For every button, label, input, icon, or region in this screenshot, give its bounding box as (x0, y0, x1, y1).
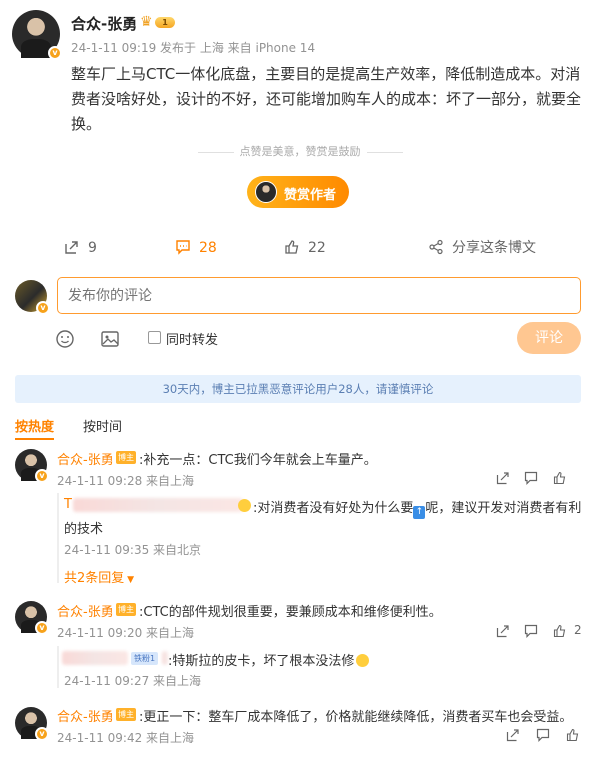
blacklist-notice: 30天内，博主已拉黑恶意评论用户28人，请谨慎评论 (15, 375, 581, 403)
repost-count: 9 (88, 240, 97, 256)
commenter-name[interactable]: 合众-张勇 (57, 706, 114, 725)
verified-badge-icon: v (48, 46, 62, 60)
commenter-avatar[interactable]: v (15, 601, 49, 635)
comment-icon (176, 240, 190, 255)
reply-text: :特斯拉的皮卡，坏了根本没法修 (168, 650, 370, 669)
verified-badge-icon: v (35, 727, 49, 741)
share-icon (429, 239, 443, 255)
blogger-tag: 博主 (116, 708, 136, 721)
like-button[interactable]: 22 (284, 238, 326, 258)
image-icon[interactable] (100, 329, 120, 349)
comment-count: 28 (199, 240, 217, 256)
current-user-verified-icon: v (36, 301, 50, 315)
up-arrow-emoji-icon: ↑ (413, 506, 426, 519)
emoji-icon (238, 499, 251, 512)
reply-icon[interactable] (524, 471, 538, 485)
vip-level-number: 1 (155, 17, 175, 28)
verified-badge-icon: v (35, 469, 49, 483)
commenter-name[interactable]: 合众-张勇 (57, 449, 114, 468)
reward-author-button[interactable]: 赞赏作者 (247, 176, 349, 208)
share-blog-button[interactable]: 分享这条博文 (428, 238, 536, 258)
thumbs-up-icon[interactable] (553, 471, 567, 485)
post-body: 整车厂上马CTC一体化底盘，主要目的是提高生产效率，降低制造成本。对消费者没啥好… (71, 65, 582, 133)
tab-sort-time[interactable]: 按时间 (83, 416, 122, 435)
reward-button-label: 赞赏作者 (284, 188, 337, 203)
comment-meta: 24-1-11 09:20 来自上海 (57, 626, 195, 640)
author-name[interactable]: 合众-张勇 (71, 13, 137, 34)
thumbs-up-icon[interactable] (553, 624, 567, 638)
repost-icon[interactable] (496, 471, 510, 485)
reply-meta: 24-1-11 09:27 来自上海 (64, 674, 202, 688)
repost-button[interactable]: 9 (64, 238, 97, 258)
submit-comment-button[interactable]: 评论 (517, 322, 581, 354)
thumbs-up-icon[interactable] (566, 728, 580, 742)
comment-meta: 24-1-11 09:28 来自上海 (57, 474, 195, 488)
fan-level-tag: 铁粉1 (131, 652, 159, 665)
reply-text-continued: 的技术 (64, 522, 104, 537)
reward-hint-text: 点赞是美意，赞赏是鼓励 (239, 145, 361, 158)
blogger-tag: 博主 (116, 451, 136, 464)
comment-meta: 24-1-11 09:42 来自上海 (57, 731, 195, 745)
caret-down-icon: ▼ (124, 575, 135, 585)
author-mini-avatar (255, 181, 277, 203)
comment-text: :补充一点：CTC我们今年就会上车量产。 (139, 453, 377, 468)
tab-sort-hot[interactable]: 按热度 (15, 416, 55, 440)
repost-icon[interactable] (506, 728, 520, 742)
like-count: 22 (308, 240, 326, 256)
reply-icon[interactable] (536, 728, 550, 742)
vip-level-badge[interactable]: ♛ 1 (140, 14, 176, 30)
reply-text: :对消费者没有好处为什么要 ↑ 呢，建议开发对消费者有利 (253, 501, 582, 519)
blurred-username (62, 651, 128, 665)
comment-button[interactable]: 28 (175, 238, 217, 258)
repost-icon (65, 241, 78, 254)
blurred-username (73, 498, 243, 512)
comment-input[interactable] (57, 277, 581, 314)
emoji-icon[interactable] (55, 329, 75, 349)
comment-text: :CTC的部件规划很重要，要兼顾成本和维修便利性。 (139, 605, 442, 620)
commenter-avatar[interactable]: v (15, 707, 49, 741)
author-avatar[interactable]: v (12, 10, 62, 60)
commenter-name[interactable]: 合众-张勇 (57, 601, 114, 620)
reply-author[interactable]: T (64, 497, 72, 512)
blogger-tag: 博主 (116, 603, 136, 616)
repost-checkbox[interactable] (148, 331, 161, 344)
verified-badge-icon: v (35, 621, 49, 635)
repost-icon[interactable] (496, 624, 510, 638)
reply-icon[interactable] (524, 624, 538, 638)
reply-meta: 24-1-11 09:35 来自北京 (64, 543, 202, 557)
commenter-avatar[interactable]: v (15, 449, 49, 483)
post-meta: 24-1-11 09:19 发布于 上海 来自 iPhone 14 (71, 41, 316, 55)
repost-checkbox-label[interactable]: 同时转发 (166, 329, 218, 348)
like-count: 2 (574, 623, 582, 637)
reply-thread (57, 493, 59, 583)
comment-text: :更正一下：整车厂成本降低了，价格就能继续降低，消费者买车也会受益。 (139, 710, 573, 725)
emoji-icon (356, 654, 370, 667)
share-blog-label: 分享这条博文 (452, 240, 536, 256)
reward-hint: 点赞是美意，赞赏是鼓励 (0, 143, 600, 159)
thumbs-up-icon (285, 240, 299, 254)
reply-thread (57, 646, 59, 688)
post-action-bar: 9 28 22 分享这条博文 (0, 238, 600, 258)
view-replies-link[interactable]: 共2条回复 ▼ (64, 567, 134, 586)
